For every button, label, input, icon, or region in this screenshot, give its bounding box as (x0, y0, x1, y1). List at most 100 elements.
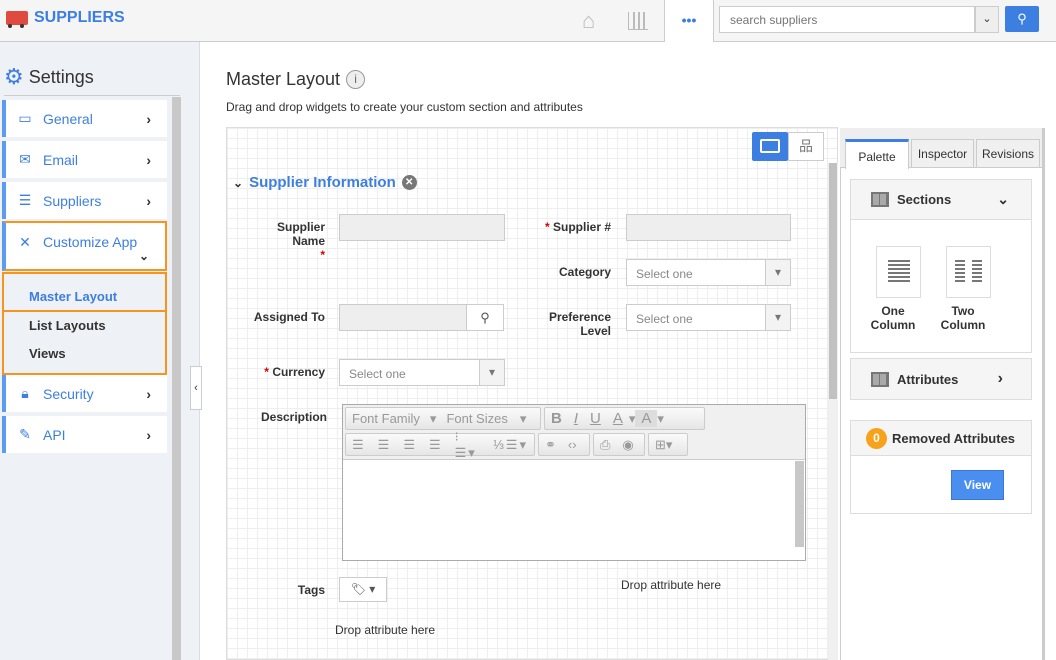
preview-icon[interactable]: ◉ (616, 437, 639, 453)
sidebar-item-security[interactable]: 🔒︎ Security › (2, 375, 167, 412)
one-column-label: One Column (870, 304, 916, 332)
chevron-right-icon: › (146, 192, 151, 209)
sidebar-item-label: Security (43, 385, 94, 402)
two-column-icon (955, 260, 965, 284)
font-sizes-select[interactable]: Font Sizes (440, 411, 513, 426)
tags-label: Tags (297, 583, 325, 597)
link-icon[interactable]: ⚭ (539, 437, 562, 453)
justify-icon[interactable]: ☰ (423, 437, 449, 453)
section-header[interactable]: ⌄ Supplier Information ✕ (233, 174, 417, 191)
text-color-button[interactable]: A (607, 410, 629, 427)
page-title: Master Layout i (226, 69, 366, 90)
one-column-widget[interactable] (876, 246, 921, 298)
align-right-icon[interactable]: ☰ (397, 437, 423, 453)
sidebar-item-label: Suppliers (43, 192, 102, 209)
more-button[interactable]: ••• (664, 0, 714, 42)
preference-level-label: Preference Level (548, 310, 611, 338)
hierarchy-icon: 品 (799, 138, 813, 154)
attributes-header[interactable]: Attributes › (851, 359, 1031, 399)
two-column-widget[interactable] (946, 246, 991, 298)
search-icon: ⚲ (480, 310, 490, 325)
search-dropdown-button[interactable]: ⌄ (975, 6, 999, 33)
search-button[interactable]: ⚲ (1005, 6, 1039, 32)
search-input[interactable] (719, 6, 975, 33)
assigned-to-search-button[interactable]: ⚲ (466, 304, 504, 331)
sidebar-item-label: Customize App (43, 234, 138, 250)
removed-attributes-panel: 0 Removed Attributes View (850, 420, 1032, 514)
sections-header[interactable]: Sections ⌄ (851, 180, 1031, 220)
sidebar-item-label: Email (43, 151, 79, 168)
desktop-view-button[interactable] (752, 132, 788, 161)
code-icon[interactable]: ‹› (562, 437, 583, 452)
preference-level-select[interactable]: Select one (626, 304, 791, 331)
sidebar-item-suppliers[interactable]: ☰ Suppliers › (2, 182, 167, 219)
tags-button[interactable]: 🏷︎ ▾ (339, 577, 387, 602)
tab-palette[interactable]: Palette (845, 139, 909, 169)
align-left-icon[interactable]: ☰ (346, 437, 372, 453)
tab-inspector[interactable]: Inspector (911, 139, 974, 168)
background-color-button[interactable]: A (635, 410, 658, 427)
submenu-list-layouts[interactable]: List Layouts (29, 318, 106, 333)
submenu-views[interactable]: Views (29, 346, 66, 361)
required-mark: * (264, 365, 269, 379)
canvas-scrollbar-thumb[interactable] (829, 163, 837, 399)
drop-zone-right[interactable]: Drop attribute here (621, 578, 721, 592)
editor-scrollbar[interactable] (795, 461, 804, 547)
underline-button[interactable]: U (584, 410, 607, 427)
truck-icon (6, 11, 28, 28)
submenu-master-layout[interactable]: Master Layout (29, 289, 117, 304)
table-button[interactable]: ⊞▾ (648, 433, 688, 456)
print-icon[interactable]: ⎙ (594, 437, 616, 453)
drop-zone-left[interactable]: Drop attribute here (335, 623, 435, 637)
removed-count-badge: 0 (866, 427, 887, 449)
sidebar-item-api[interactable]: ✎ API › (2, 416, 167, 453)
supplier-name-input[interactable] (339, 214, 505, 241)
grid-icon (871, 192, 889, 207)
font-family-select[interactable]: Font Family (346, 411, 426, 426)
home-icon[interactable]: ⌂ (582, 8, 595, 34)
page-title-text: Master Layout (226, 69, 341, 89)
align-center-icon[interactable]: ☰ (372, 437, 398, 453)
settings-title: Settings (28, 66, 94, 87)
required-mark: * (320, 248, 325, 262)
category-select[interactable]: Select one (626, 259, 791, 286)
supplier-no-input[interactable] (626, 214, 791, 241)
tab-revisions[interactable]: Revisions (976, 139, 1040, 168)
removed-attributes-header: 0 Removed Attributes (851, 421, 1031, 456)
sidebar-scrollbar[interactable] (172, 97, 181, 660)
collapse-sidebar-button[interactable]: ‹ (190, 366, 202, 410)
sidebar-item-email[interactable]: ✉ Email › (2, 141, 167, 178)
description-label: Description (260, 410, 327, 424)
assigned-to-label: Assigned To (253, 310, 325, 324)
app-logo[interactable]: SUPPLIERS (6, 9, 125, 28)
remove-section-icon[interactable]: ✕ (401, 175, 417, 190)
format-toolbar-group: B I U A ▾ A ▾ (544, 407, 705, 430)
attributes-panel[interactable]: Attributes › (850, 358, 1032, 400)
chevron-right-icon: › (146, 426, 151, 443)
canvas-scrollbar-track[interactable] (828, 163, 838, 660)
customize-submenu: Master Layout List Layouts Views (2, 272, 167, 375)
envelope-icon: ✉ (19, 151, 31, 167)
view-button[interactable]: View (951, 470, 1004, 500)
removed-attributes-title: Removed Attributes (892, 430, 1016, 446)
two-column-label: Two Column (940, 304, 986, 332)
sidebar-item-customize-app[interactable]: ✕ Customize App ⌄ (2, 221, 167, 271)
grid-icon (871, 371, 889, 387)
bullet-list-icon[interactable]: ⁝☰▾ (449, 429, 487, 461)
bold-button[interactable]: B (545, 410, 568, 427)
numbered-list-icon[interactable]: ⅓☰▾ (487, 437, 534, 453)
gear-icon: ⚙ (4, 64, 24, 89)
chevron-right-icon: › (997, 370, 1003, 387)
assigned-to-input[interactable] (339, 304, 467, 331)
italic-button[interactable]: I (568, 410, 584, 427)
info-icon[interactable]: i (346, 70, 366, 89)
search-icon: ⚲ (1017, 11, 1027, 26)
hierarchy-view-button[interactable]: 品 (788, 132, 824, 161)
align-toolbar-group: ☰ ☰ ☰ ☰ ⁝☰▾ ⅓☰▾ (345, 429, 535, 460)
sidebar-item-general[interactable]: ▭ General › (2, 100, 167, 137)
print-toolbar-group: ⎙ ◉ (593, 433, 645, 456)
currency-select[interactable]: Select one (339, 359, 505, 386)
chart-icon[interactable] (628, 12, 648, 30)
chevron-right-icon: › (146, 385, 151, 402)
label-text: Currency (272, 365, 325, 379)
